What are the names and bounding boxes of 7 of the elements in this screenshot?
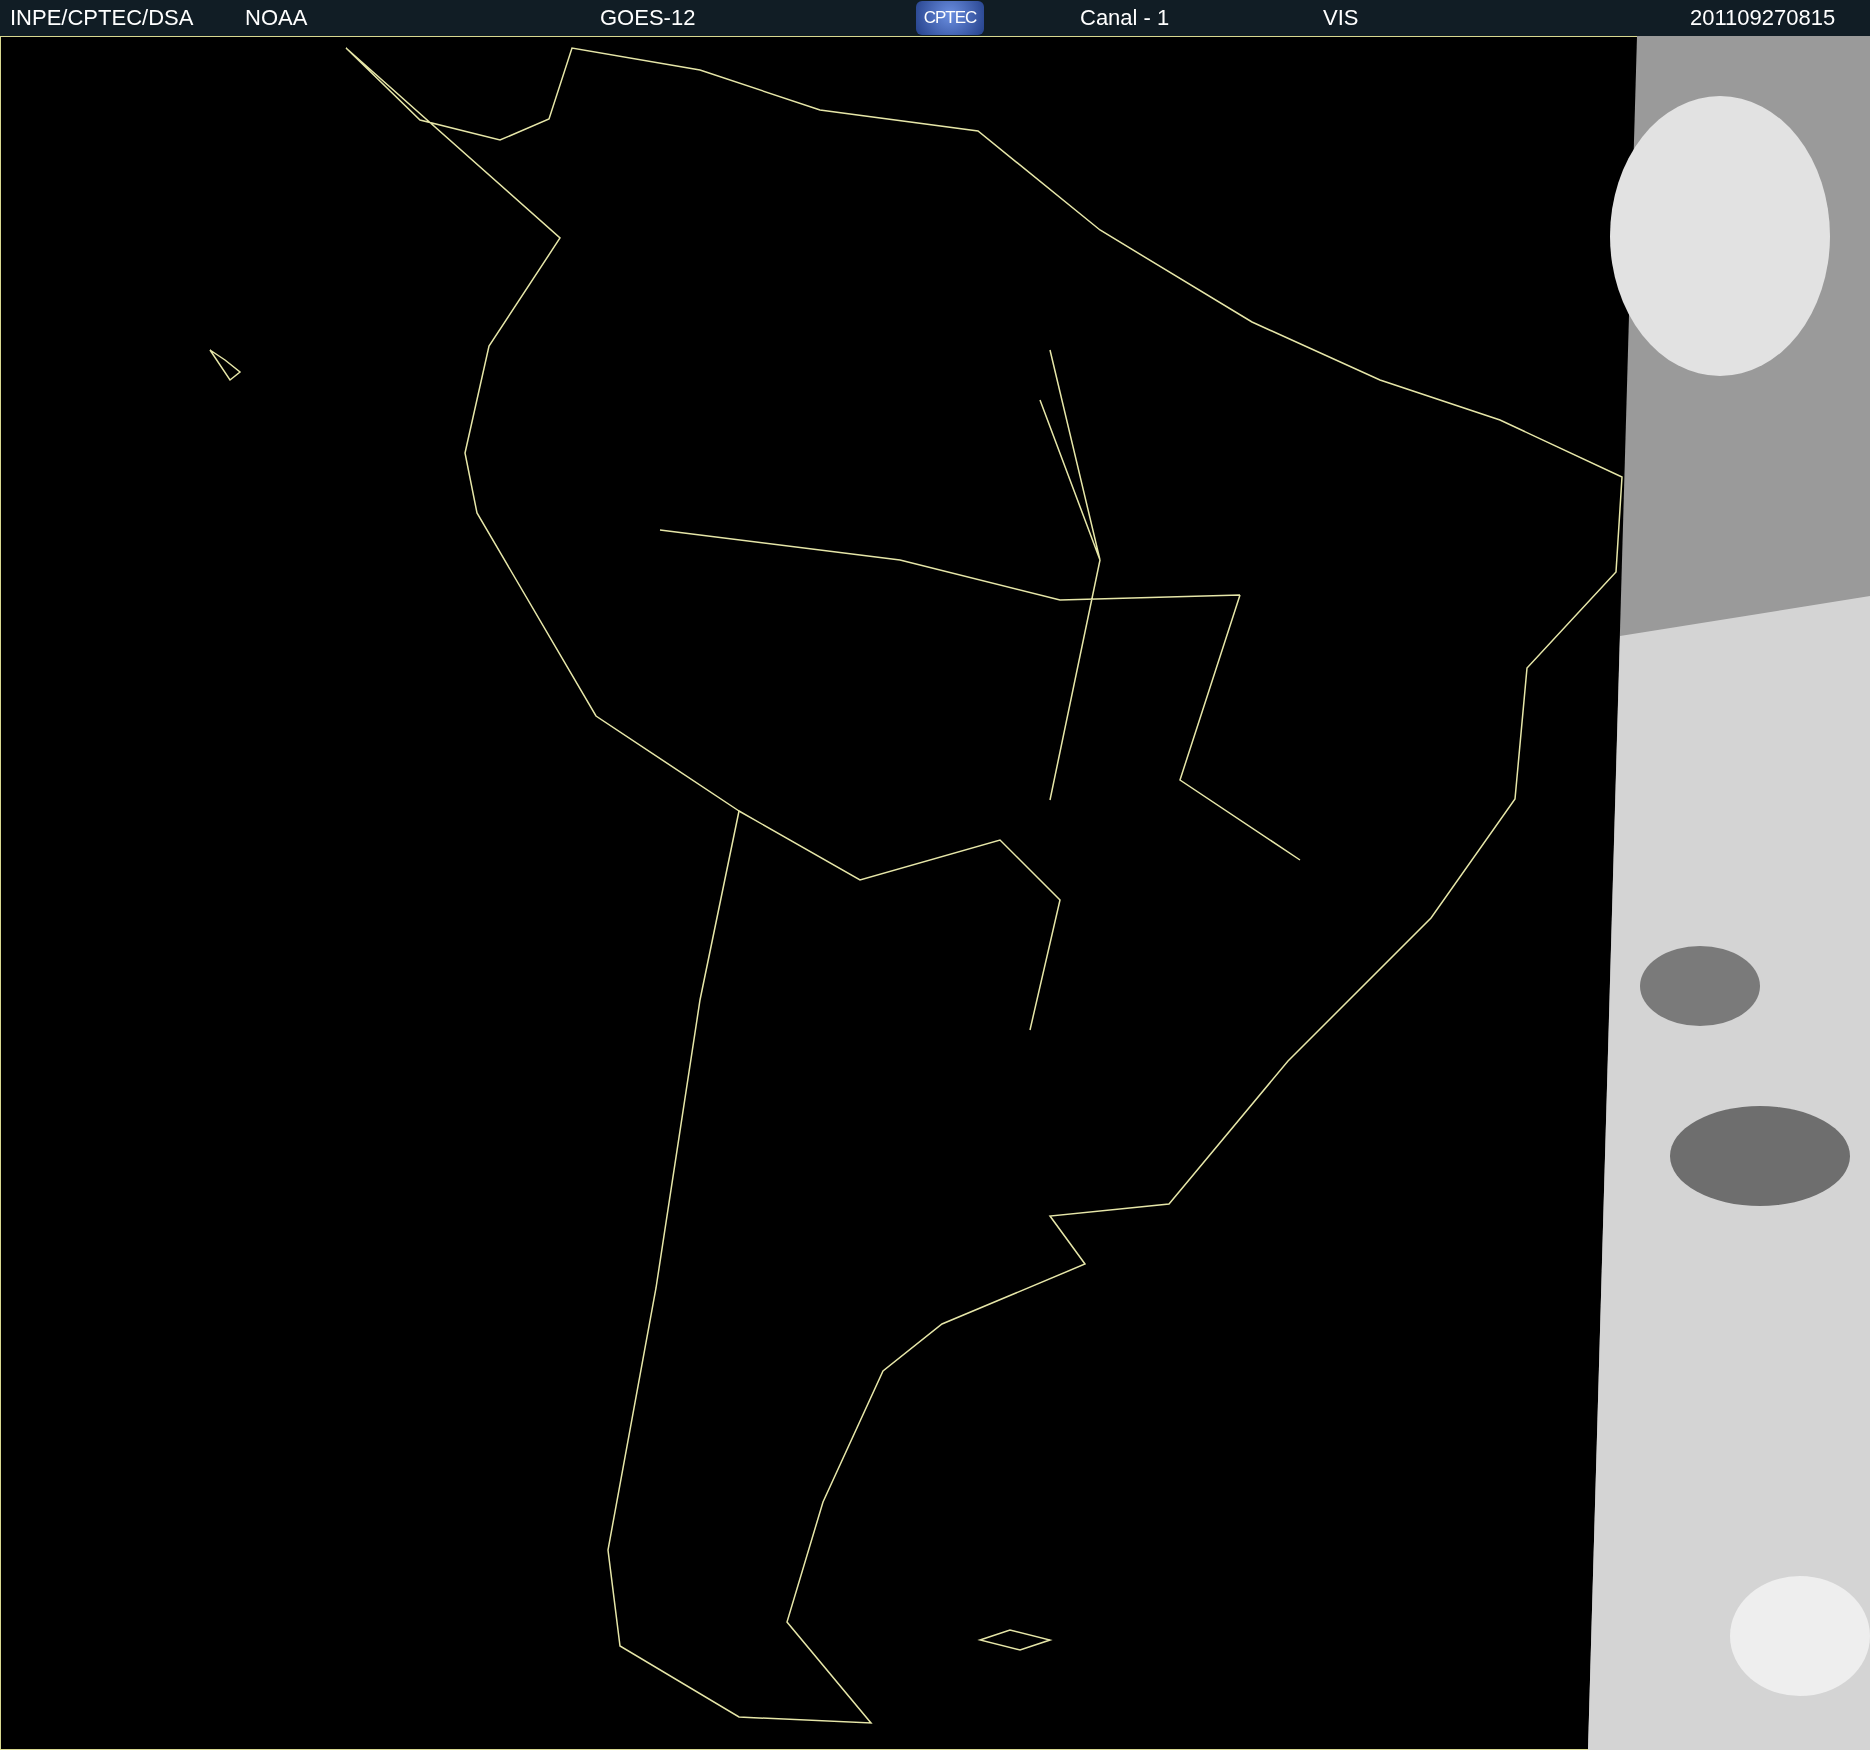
timestamp-label: 201109270815 — [1690, 5, 1836, 31]
logo: CPTEC — [916, 1, 984, 35]
agency-label: INPE/CPTEC/DSA — [10, 5, 195, 31]
satellite-label: GOES-12 — [600, 5, 697, 31]
band-label: VIS — [1323, 5, 1360, 31]
source-label: NOAA — [245, 5, 309, 31]
channel-label: Canal - 1 — [1080, 5, 1171, 31]
